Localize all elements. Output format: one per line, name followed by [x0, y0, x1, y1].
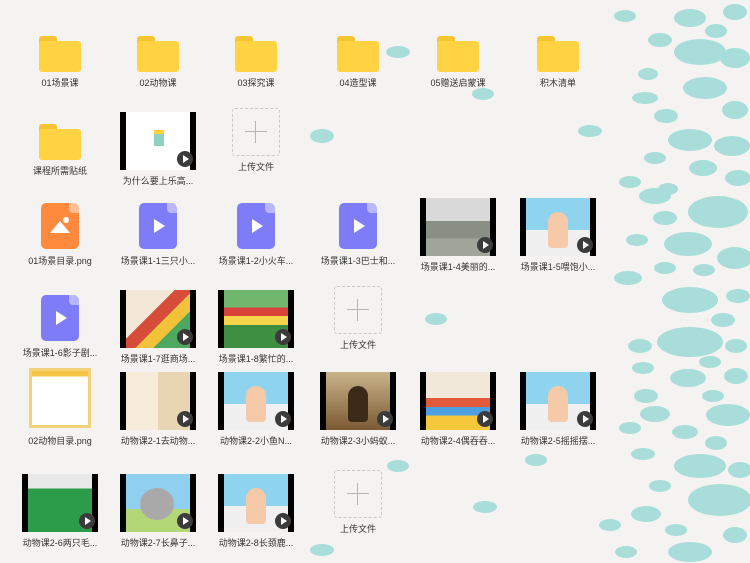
file-label: 04造型课 — [339, 78, 377, 88]
video-thumbnail[interactable] — [218, 372, 294, 430]
file-label: 动物课2-7长鼻子... — [120, 538, 196, 548]
video-thumbnail[interactable] — [120, 474, 196, 532]
video-file-icon — [339, 203, 377, 249]
file-item[interactable]: 为什么要上乐高... — [110, 100, 206, 192]
play-icon[interactable] — [477, 237, 493, 253]
plus-icon[interactable] — [334, 286, 382, 334]
file-label: 上传文件 — [339, 340, 376, 350]
file-label: 02动物目录.png — [28, 436, 92, 446]
file-item[interactable]: 场景课1-2小火车... — [208, 186, 304, 278]
folder-icon[interactable] — [39, 124, 81, 160]
file-label: 场景课1-3巴士和... — [320, 256, 396, 266]
video-thumbnail[interactable] — [218, 290, 294, 348]
file-label: 05赠送启蒙课 — [430, 78, 486, 88]
folder-item[interactable]: 05赠送启蒙课 — [410, 12, 506, 104]
file-label: 01场景目录.png — [28, 256, 92, 266]
video-thumbnail[interactable] — [120, 372, 196, 430]
file-label: 场景课1-1三只小... — [120, 256, 196, 266]
file-label: 02动物课 — [139, 78, 177, 88]
video-thumbnail[interactable] — [320, 372, 396, 430]
folder-icon[interactable] — [137, 36, 179, 72]
file-label: 上传文件 — [339, 524, 376, 534]
folder-icon[interactable] — [235, 36, 277, 72]
file-label: 动物课2-2小鱼N... — [219, 436, 292, 446]
upload-file-button[interactable]: 上传文件 — [208, 100, 304, 192]
file-label: 场景课1-6影子剧... — [22, 348, 98, 358]
video-file-icon — [139, 203, 177, 249]
file-item[interactable]: 动物课2-1去动物... — [110, 360, 206, 452]
play-icon[interactable] — [275, 329, 291, 345]
video-thumbnail[interactable] — [520, 372, 596, 430]
video-thumbnail[interactable] — [420, 198, 496, 256]
upload-file-button[interactable]: 上传文件 — [310, 462, 406, 554]
play-icon[interactable] — [377, 411, 393, 427]
file-label: 03探究课 — [237, 78, 275, 88]
upload-file-button[interactable]: 上传文件 — [310, 278, 406, 370]
file-label: 动物课2-1去动物... — [120, 436, 196, 446]
video-thumbnail[interactable] — [120, 290, 196, 348]
folder-item[interactable]: 03探究课 — [208, 12, 304, 104]
video-file-icon — [237, 203, 275, 249]
video-thumbnail[interactable] — [420, 372, 496, 430]
file-item[interactable]: 动物课2-8长颈鹿... — [208, 462, 304, 554]
file-label: 动物课2-5摇摇摆... — [520, 436, 596, 446]
file-item[interactable]: 场景课1-1三只小... — [110, 186, 206, 278]
file-item[interactable]: 02动物目录.png — [12, 360, 108, 452]
file-label: 场景课1-2小火车... — [218, 256, 294, 266]
image-thumbnail — [29, 368, 91, 428]
file-grid: 01场景课 02动物课 03探究课 04造型课 05赠送启蒙课 积木清单课程所需贴纸 为什么… — [0, 0, 750, 563]
file-label: 01场景课 — [41, 78, 79, 88]
file-label: 课程所需贴纸 — [32, 166, 87, 176]
file-label: 动物课2-6两只毛... — [22, 538, 98, 548]
file-item[interactable]: 动物课2-2小鱼N... — [208, 360, 304, 452]
folder-item[interactable]: 01场景课 — [12, 12, 108, 104]
play-icon[interactable] — [275, 411, 291, 427]
plus-icon[interactable] — [334, 470, 382, 518]
play-icon[interactable] — [577, 237, 593, 253]
file-item[interactable]: 动物课2-6两只毛... — [12, 462, 108, 554]
file-label: 场景课1-4美丽的... — [420, 262, 496, 272]
play-icon[interactable] — [477, 411, 493, 427]
file-item[interactable]: 场景课1-5喂饱小... — [510, 186, 606, 278]
file-label: 上传文件 — [237, 162, 274, 172]
file-label: 积木清单 — [539, 78, 576, 88]
folder-icon[interactable] — [537, 36, 579, 72]
file-item[interactable]: 动物课2-4偶吞吞... — [410, 360, 506, 452]
folder-item[interactable]: 02动物课 — [110, 12, 206, 104]
file-item[interactable]: 场景课1-8繁忙的... — [208, 278, 304, 370]
file-label: 动物课2-4偶吞吞... — [420, 436, 496, 446]
folder-icon[interactable] — [337, 36, 379, 72]
folder-item[interactable]: 04造型课 — [310, 12, 406, 104]
file-item[interactable]: 动物课2-5摇摇摆... — [510, 360, 606, 452]
video-thumbnail[interactable] — [218, 474, 294, 532]
video-thumbnail[interactable] — [22, 474, 98, 532]
file-item[interactable]: 场景课1-7逛商场... — [110, 278, 206, 370]
file-label: 场景课1-5喂饱小... — [520, 262, 596, 272]
file-item[interactable]: 动物课2-7长鼻子... — [110, 462, 206, 554]
folder-item[interactable]: 课程所需贴纸 — [12, 100, 108, 192]
file-item[interactable]: 场景课1-4美丽的... — [410, 186, 506, 278]
video-thumbnail[interactable] — [520, 198, 596, 256]
file-label: 动物课2-8长颈鹿... — [218, 538, 294, 548]
play-icon[interactable] — [177, 329, 193, 345]
file-item[interactable]: 01场景目录.png — [12, 186, 108, 278]
file-item[interactable]: 场景课1-6影子剧... — [12, 278, 108, 370]
play-icon[interactable] — [177, 513, 193, 529]
play-icon[interactable] — [79, 513, 95, 529]
play-icon[interactable] — [577, 411, 593, 427]
file-label: 动物课2-3小蚂蚁... — [320, 436, 396, 446]
folder-icon[interactable] — [39, 36, 81, 72]
play-icon[interactable] — [275, 513, 291, 529]
plus-icon[interactable] — [232, 108, 280, 156]
video-thumbnail[interactable] — [120, 112, 196, 170]
play-icon[interactable] — [177, 411, 193, 427]
file-item[interactable]: 场景课1-3巴士和... — [310, 186, 406, 278]
folder-item[interactable]: 积木清单 — [510, 12, 606, 104]
image-file-icon — [41, 203, 79, 249]
folder-icon[interactable] — [437, 36, 479, 72]
play-icon[interactable] — [177, 151, 193, 167]
file-item[interactable]: 动物课2-3小蚂蚁... — [310, 360, 406, 452]
video-file-icon — [41, 295, 79, 341]
